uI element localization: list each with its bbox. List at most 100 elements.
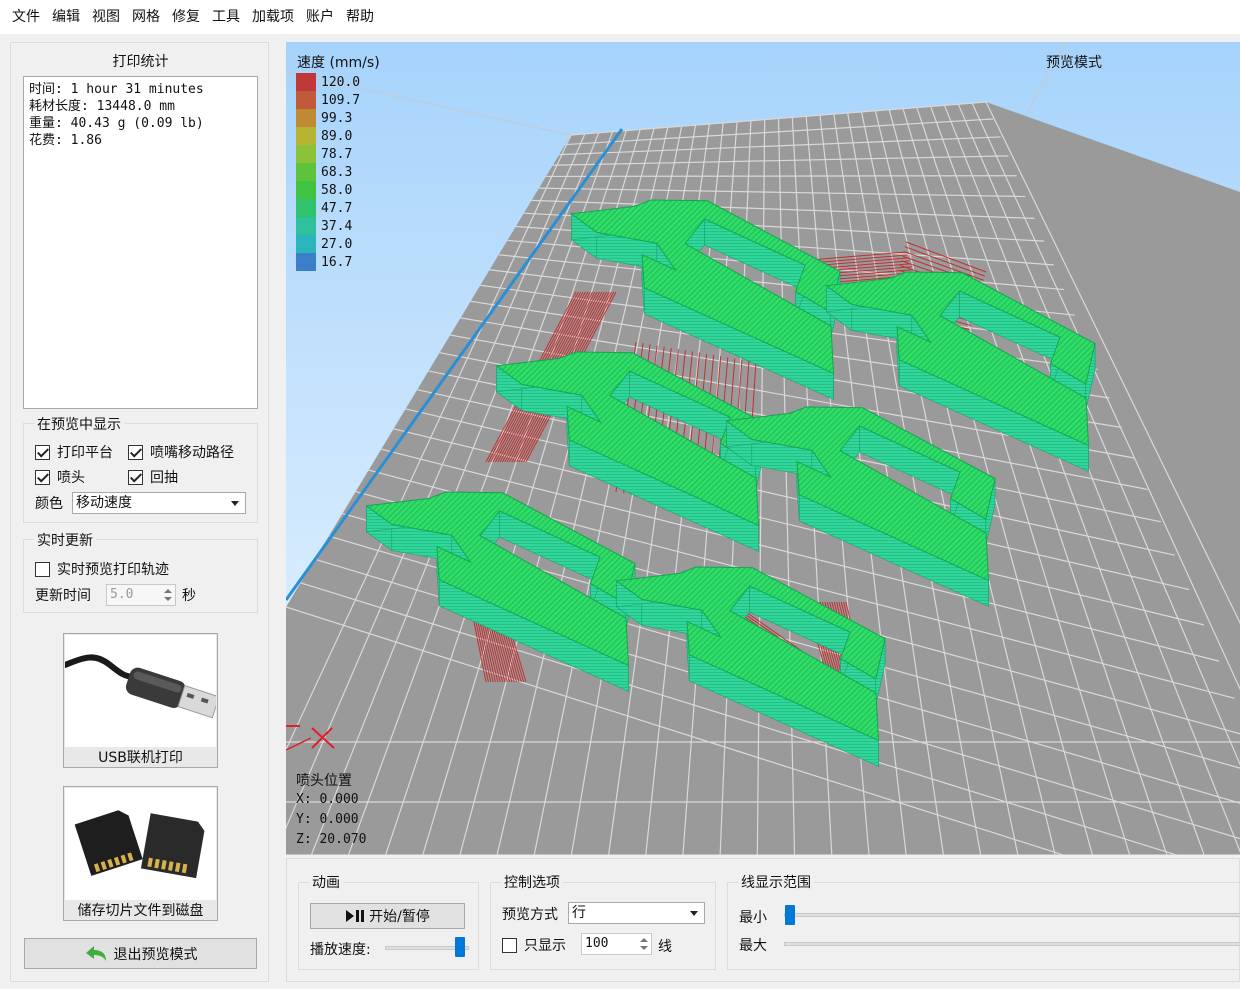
line-count-unit: 线 — [658, 939, 672, 955]
range-min-label: 最小 — [739, 910, 767, 926]
range-min-slider[interactable] — [785, 905, 795, 925]
checkbox-unchecked-icon[interactable] — [502, 937, 517, 953]
menu-file[interactable]: 文件 — [6, 0, 46, 34]
chevron-down-icon — [231, 501, 239, 506]
nozzle-y: Y: 0.000 — [296, 812, 359, 827]
interval-label: 更新时间 — [35, 588, 91, 604]
color-select-value: 移动速度 — [76, 495, 132, 511]
realtime-group: 实时更新 实时预览打印轨迹 更新时间 5.0 秒 — [23, 530, 258, 613]
nozzle-position-title: 喷头位置 — [296, 773, 352, 789]
line-range-title: 线显示范围 — [738, 872, 814, 892]
legend-value: 37.4 — [321, 218, 353, 234]
menu-repair[interactable]: 修复 — [166, 0, 206, 34]
legend-swatch — [296, 127, 316, 145]
legend-swatch — [296, 199, 316, 217]
checkbox-unchecked-icon[interactable] — [35, 561, 50, 577]
legend-swatch — [296, 145, 316, 163]
nozzle-checkbox[interactable]: 喷头 — [35, 467, 85, 487]
legend-row: 68.3 — [296, 163, 352, 181]
spin-down-icon[interactable] — [164, 597, 172, 601]
spin-up-icon[interactable] — [640, 938, 648, 942]
preview-mode-label: 预览模式 — [1046, 55, 1102, 71]
legend-value: 68.3 — [321, 164, 353, 180]
realtime-title: 实时更新 — [34, 530, 96, 550]
legend-row: 89.0 — [296, 127, 352, 145]
print-bed-label: 打印平台 — [57, 445, 113, 461]
checkbox-checked-icon[interactable] — [35, 469, 50, 485]
save-to-disk-label: 储存切片文件到磁盘 — [77, 903, 204, 919]
play-pause-label: 开始/暂停 — [369, 909, 430, 925]
line-count-spinbox[interactable]: 100 — [581, 933, 652, 955]
legend-row: 16.7 — [296, 253, 352, 271]
interval-value: 5.0 — [110, 587, 134, 602]
play-pause-icon — [346, 910, 365, 922]
line-range-group: 线显示范围 最小 最大 — [727, 872, 1240, 970]
menu-account[interactable]: 账户 — [300, 0, 340, 34]
retract-checkbox[interactable]: 回抽 — [128, 467, 178, 487]
spin-down-icon[interactable] — [640, 946, 648, 950]
travel-checkbox[interactable]: 喷嘴移动路径 — [128, 442, 234, 462]
menu-mesh[interactable]: 网格 — [126, 0, 166, 34]
checkbox-checked-icon[interactable] — [35, 444, 50, 460]
stats-weight: 重量: 40.43 g (0.09 lb) — [29, 116, 204, 131]
legend-value: 120.0 — [321, 74, 361, 90]
realtime-preview-checkbox[interactable]: 实时预览打印轨迹 — [35, 559, 169, 579]
spin-up-icon[interactable] — [164, 589, 172, 593]
stats-cost: 花费: 1.86 — [29, 133, 102, 148]
legend-swatch — [296, 163, 316, 181]
legend-swatch — [296, 217, 316, 235]
save-to-disk-button[interactable]: 储存切片文件到磁盘 — [63, 786, 218, 921]
exit-preview-label: 退出预览模式 — [113, 946, 198, 963]
legend-row: 37.4 — [296, 217, 352, 235]
interval-spinbox[interactable]: 5.0 — [106, 584, 176, 606]
legend-swatch — [296, 109, 316, 127]
menu-addons[interactable]: 加载项 — [246, 0, 300, 34]
menu-tools[interactable]: 工具 — [206, 0, 246, 34]
range-max-track[interactable] — [784, 942, 1240, 946]
color-label: 颜色 — [35, 496, 63, 512]
print-bed-checkbox[interactable]: 打印平台 — [35, 442, 113, 462]
legend-row: 58.0 — [296, 181, 352, 199]
menu-view[interactable]: 视图 — [86, 0, 126, 34]
legend-row: 99.3 — [296, 109, 352, 127]
menu-edit[interactable]: 编辑 — [46, 0, 86, 34]
checkbox-checked-icon[interactable] — [128, 444, 143, 460]
show-in-preview-group: 在预览中显示 打印平台 喷嘴移动路径 喷头 回抽 颜色 移动速度 — [23, 414, 258, 523]
animation-group: 动画 开始/暂停 播放速度: — [298, 872, 479, 970]
show-in-preview-title: 在预览中显示 — [34, 414, 124, 434]
legend-value: 47.7 — [321, 200, 353, 216]
chevron-down-icon — [690, 911, 698, 916]
nozzle-z: Z: 20.070 — [296, 832, 367, 847]
menu-help[interactable]: 帮助 — [340, 0, 380, 34]
bottom-panel: 动画 开始/暂停 播放速度: 控制选项 预览方式 行 只显示 100 线 线显示… — [286, 858, 1240, 982]
left-panel: 打印统计 时间: 1 hour 31 minutes 耗材长度: 13448.0… — [10, 42, 269, 982]
exit-preview-button[interactable]: 退出预览模式 — [24, 938, 257, 969]
checkbox-checked-icon[interactable] — [128, 469, 143, 485]
only-show-checkbox[interactable]: 只显示 — [502, 935, 566, 955]
usb-cable-icon — [62, 635, 220, 747]
retract-label: 回抽 — [150, 470, 178, 486]
stats-filament: 耗材长度: 13448.0 mm — [29, 99, 175, 114]
legend-value: 78.7 — [321, 146, 353, 162]
play-pause-button[interactable]: 开始/暂停 — [310, 903, 465, 929]
legend-row: 120.0 — [296, 73, 360, 91]
preview-viewport[interactable]: 速度 (mm/s) 120.0 109.7 99.3 89.0 78.7 68.3 58.0… — [286, 42, 1240, 855]
usb-print-button[interactable]: USB联机打印 — [62, 633, 220, 768]
preview-mode-select[interactable]: 行 — [568, 902, 705, 924]
legend-value: 16.7 — [321, 254, 353, 270]
legend-row: 47.7 — [296, 199, 352, 217]
legend-value: 58.0 — [321, 182, 353, 198]
travel-label: 喷嘴移动路径 — [150, 445, 234, 461]
range-min-track[interactable] — [784, 913, 1240, 917]
color-select[interactable]: 移动速度 — [72, 492, 246, 514]
sd-card-icon — [65, 788, 216, 900]
stats-title: 打印统计 — [112, 54, 169, 70]
legend-swatch — [296, 253, 316, 271]
control-title: 控制选项 — [501, 872, 563, 892]
legend-value: 109.7 — [321, 92, 361, 108]
control-group: 控制选项 预览方式 行 只显示 100 线 — [490, 872, 716, 970]
playback-speed-slider[interactable] — [455, 937, 466, 957]
legend-swatch — [296, 73, 316, 91]
build-plate-scene — [286, 42, 1240, 855]
stats-box[interactable]: 时间: 1 hour 31 minutes 耗材长度: 13448.0 mm 重… — [23, 76, 258, 409]
